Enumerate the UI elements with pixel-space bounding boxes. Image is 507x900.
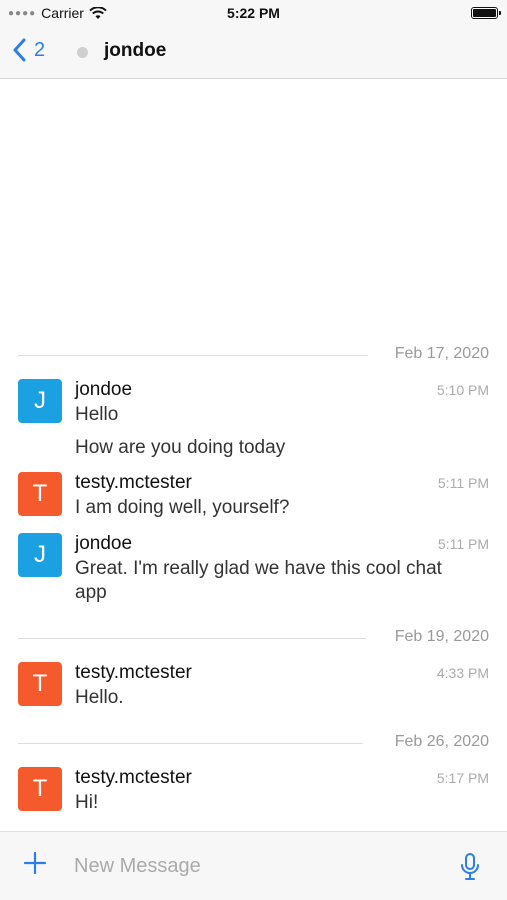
message-item[interactable]: T testy.mctester 4:33 PM Hello. [18,662,489,710]
message-composer [0,831,507,900]
date-label: Feb 26, 2020 [394,733,489,750]
add-attachment-button[interactable] [23,850,47,880]
microphone-icon [461,853,479,880]
message-time: 5:17 PM [436,770,489,786]
message-time: 4:33 PM [436,665,489,681]
avatar[interactable]: J [18,379,62,423]
back-button[interactable]: 2 [12,38,45,62]
message-time: 5:10 PM [436,382,489,398]
date-separator: Feb 19, 2020 [18,628,489,648]
plus-icon [23,851,47,875]
message-username[interactable]: jondoe [75,533,132,555]
message-input[interactable] [74,852,434,880]
avatar[interactable]: T [18,472,62,516]
message-text: How are you doing today [75,437,286,458]
avatar[interactable]: T [18,662,62,706]
message-username[interactable]: testy.mctester [75,767,192,789]
date-separator: Feb 17, 2020 [18,345,489,365]
presence-status-icon [77,47,88,58]
chevron-left-icon [13,38,26,62]
message-list[interactable]: Feb 17, 2020 J jondoe 5:10 PM Hello How … [0,79,507,831]
back-count: 2 [34,38,46,61]
message-item[interactable]: J jondoe 5:10 PM Hello How are you doing… [18,379,489,469]
message-username[interactable]: testy.mctester [75,472,192,494]
status-time: 5:22 PM [227,5,280,21]
date-separator: Feb 26, 2020 [18,733,489,753]
date-label: Feb 17, 2020 [394,345,489,362]
message-username[interactable]: jondoe [75,379,132,401]
message-text: I am doing well, yourself? [75,497,290,518]
message-time: 5:11 PM [437,475,489,491]
status-bar: ●●●● Carrier 5:22 PM [0,0,507,26]
message-item[interactable]: T testy.mctester 5:11 PM I am doing well… [18,472,489,520]
avatar[interactable]: T [18,767,62,811]
nav-bar: 2 jondoe [0,26,507,79]
battery-icon [471,7,501,19]
message-time: 5:11 PM [437,536,489,552]
date-label: Feb 19, 2020 [394,628,489,645]
message-username[interactable]: testy.mctester [75,662,192,684]
message-text: Great. I'm really glad we have this cool… [75,558,442,603]
message-item[interactable]: T testy.mctester 5:17 PM Hi! [18,767,489,815]
message-text: Hello [75,404,119,425]
page-title: jondoe [104,40,167,61]
avatar[interactable]: J [18,533,62,577]
message-text: Hello. [75,687,124,708]
message-item[interactable]: J jondoe 5:11 PM Great. I'm really glad … [18,533,489,605]
message-text: Hi! [75,792,99,813]
microphone-button[interactable] [458,852,482,882]
